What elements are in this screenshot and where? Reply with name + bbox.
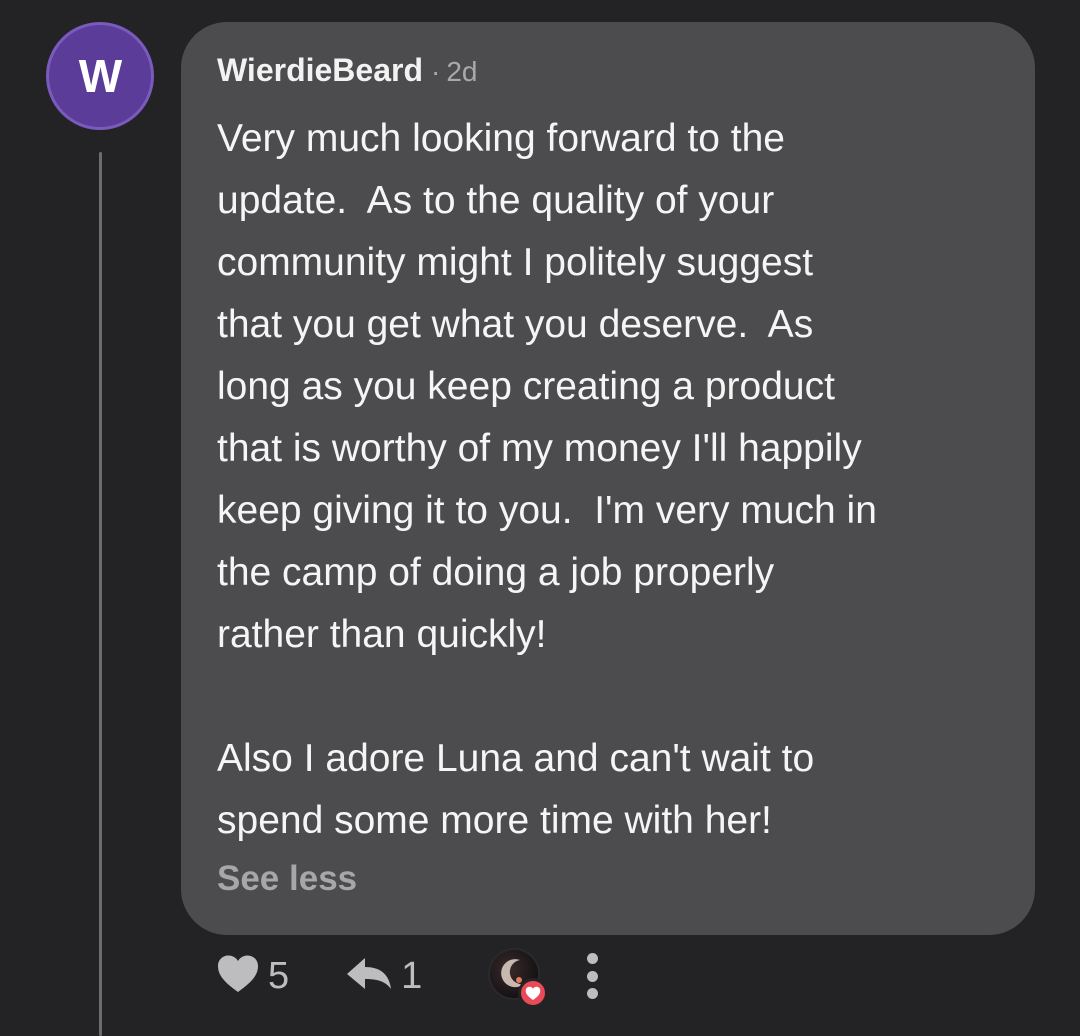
comment-timestamp: 2d <box>446 56 478 87</box>
author-name[interactable]: WierdieBeard <box>217 52 423 89</box>
avatar[interactable]: W <box>46 22 154 130</box>
comment-body: Very much looking forward to the update.… <box>217 108 999 852</box>
dot <box>586 988 598 999</box>
comment-line: community might I politely suggest <box>217 241 814 284</box>
comment-header: WierdieBeard · 2d <box>217 52 999 96</box>
see-less-link[interactable]: See less <box>217 851 999 907</box>
comment-line: that you get what you deserve. As <box>217 303 814 346</box>
dot <box>586 970 598 982</box>
comment-line: the camp of doing a job properly <box>217 551 775 594</box>
comment-line: Also I adore Luna and can't wait to <box>217 737 815 780</box>
comment-line: that is worthy of my money I'll happily <box>217 427 862 470</box>
comment-line: rather than quickly! <box>217 613 547 656</box>
reactions-summary[interactable] <box>488 948 549 1008</box>
like-button[interactable]: 5 <box>216 954 289 999</box>
vertical-dots-icon[interactable] <box>584 953 600 999</box>
comment-bubble: WierdieBeard · 2d Very much looking forw… <box>181 22 1035 935</box>
comment-line: update. As to the quality of your <box>217 179 775 222</box>
meta-separator: · <box>431 56 441 87</box>
reply-arrow-icon <box>345 955 393 998</box>
heart-reaction-icon <box>518 978 549 1008</box>
avatar-letter: W <box>78 50 122 102</box>
reply-count: 1 <box>401 954 423 997</box>
comment-line: Very much looking forward to the <box>217 117 785 160</box>
comment-line: keep giving it to you. I'm very much in <box>217 489 877 532</box>
comment-line: long as you keep creating a product <box>217 365 835 408</box>
comment-actions: 5 1 <box>216 946 600 1008</box>
dot <box>586 953 598 964</box>
thread-line <box>99 152 102 1036</box>
comment-screen: W WierdieBeard · 2d Very much looking fo… <box>0 0 1080 1036</box>
paragraph-break <box>217 666 999 728</box>
reply-button[interactable]: 1 <box>345 955 422 998</box>
like-count: 5 <box>268 954 290 997</box>
heart-icon <box>216 954 260 999</box>
comment-line: spend some more time with her! <box>217 799 772 842</box>
